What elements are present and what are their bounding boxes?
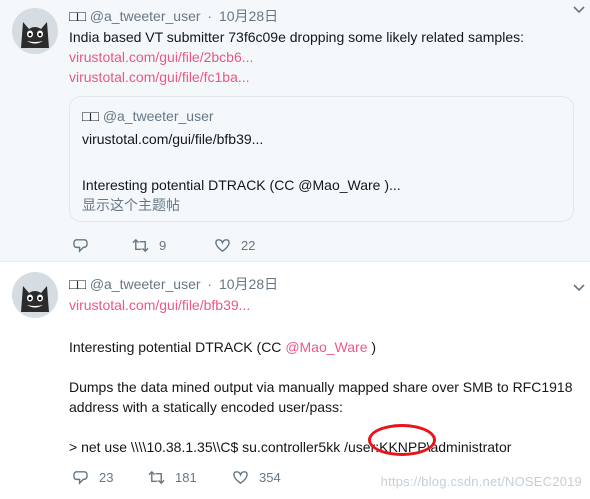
text-suffix: ) xyxy=(367,339,377,355)
like-button[interactable]: 354 xyxy=(232,469,281,486)
quoted-tweet[interactable]: □□ @a_tweeter_user virustotal.com/gui/fi… xyxy=(69,96,574,222)
separator-dot: · xyxy=(207,276,213,292)
tweet-1[interactable]: □□ @a_tweeter_user · 10月28日 India based … xyxy=(0,0,590,262)
retweet-button[interactable]: 9 xyxy=(132,237,214,254)
retweet-icon xyxy=(148,470,165,484)
like-count: 22 xyxy=(241,237,256,253)
quote-display-name: □□ xyxy=(82,108,99,124)
heart-icon xyxy=(233,470,248,484)
quote-header: □□ @a_tweeter_user xyxy=(82,107,561,125)
watermark: https://blog.csdn.net/NOSEC2019 xyxy=(380,474,582,489)
like-button[interactable]: 22 xyxy=(214,237,255,254)
quote-text: Interesting potential DTRACK (CC @Mao_Wa… xyxy=(82,177,401,193)
retweet-count: 181 xyxy=(175,469,197,485)
tweet-header: □□ @a_tweeter_user · 10月28日 xyxy=(69,7,576,25)
reply-button[interactable]: 23 xyxy=(72,469,148,486)
tweet-actions: 23 181 354 xyxy=(72,468,281,486)
avatar[interactable] xyxy=(12,8,58,54)
mention-link[interactable]: @Mao_Ware xyxy=(285,339,367,355)
user-handle[interactable]: @a_tweeter_user xyxy=(90,8,201,24)
tweet-link[interactable]: virustotal.com/gui/file/fc1ba... xyxy=(69,67,576,87)
tweet-body: □□ @a_tweeter_user · 10月28日 India based … xyxy=(69,7,576,87)
highlight-circle xyxy=(368,424,436,456)
show-thread-link[interactable]: 显示这个主题帖 xyxy=(82,195,561,215)
quote-handle: @a_tweeter_user xyxy=(102,108,214,124)
cat-avatar-icon xyxy=(12,8,58,54)
reply-icon xyxy=(73,238,88,253)
tweet-text-line: address with a statically encoded user/p… xyxy=(69,399,343,415)
like-count: 354 xyxy=(259,469,281,485)
retweet-button[interactable]: 181 xyxy=(148,469,232,486)
chevron-down-icon[interactable] xyxy=(572,280,586,294)
tweet-text-line: Dumps the data mined output via manually… xyxy=(69,379,573,395)
reply-count: 23 xyxy=(99,469,114,485)
quote-link: virustotal.com/gui/file/bfb39... xyxy=(82,131,264,147)
avatar[interactable] xyxy=(12,272,58,318)
heart-icon xyxy=(215,238,230,252)
chevron-down-icon[interactable] xyxy=(572,2,586,16)
reply-button[interactable] xyxy=(72,237,132,254)
separator-dot: · xyxy=(207,8,213,24)
display-name[interactable]: □□ xyxy=(69,8,86,24)
retweet-count: 9 xyxy=(159,237,167,253)
tweet-date[interactable]: 10月28日 xyxy=(219,8,278,24)
tweet-link[interactable]: virustotal.com/gui/file/2bcb6... xyxy=(69,47,576,67)
reply-icon xyxy=(73,470,88,485)
tweet-actions: 9 22 xyxy=(72,236,255,254)
retweet-icon xyxy=(132,238,149,252)
tweet-text-line: Interesting potential DTRACK (CC @Mao_Wa… xyxy=(69,337,576,357)
cat-avatar-icon xyxy=(12,272,58,318)
text-prefix: Interesting potential DTRACK (CC xyxy=(69,339,286,355)
display-name[interactable]: □□ xyxy=(69,276,86,292)
tweet-text: India based VT submitter 73f6c09e droppi… xyxy=(69,29,524,45)
user-handle[interactable]: @a_tweeter_user xyxy=(90,276,201,292)
tweet-2[interactable]: □□ @a_tweeter_user · 10月28日 virustotal.c… xyxy=(0,262,590,499)
command-text: > net use \\\\10.38.1.35\\C$ su.controll… xyxy=(69,439,512,455)
tweet-link[interactable]: virustotal.com/gui/file/bfb39... xyxy=(69,295,576,315)
tweet-body: □□ @a_tweeter_user · 10月28日 virustotal.c… xyxy=(69,275,576,457)
tweet-date[interactable]: 10月28日 xyxy=(219,276,278,292)
tweet-header: □□ @a_tweeter_user · 10月28日 xyxy=(69,275,576,293)
